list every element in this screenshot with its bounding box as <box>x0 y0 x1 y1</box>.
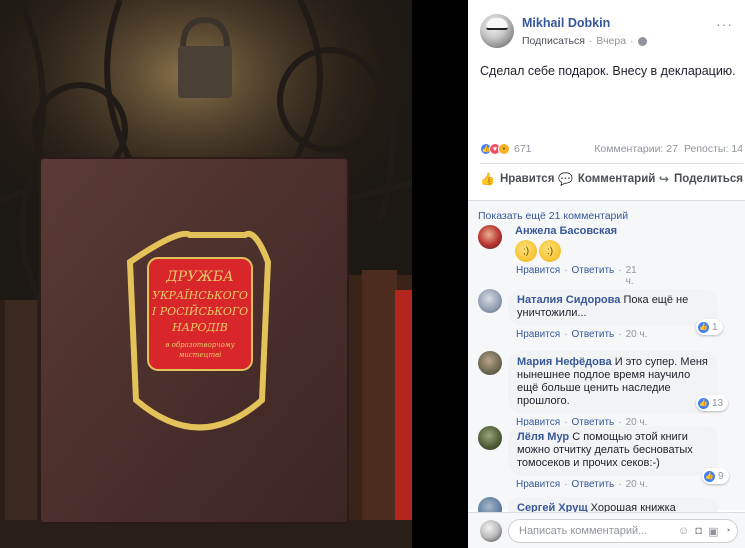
divider <box>480 163 743 164</box>
share-button[interactable]: ↪ Поделиться <box>659 172 743 186</box>
meta-dot: · <box>630 35 634 47</box>
comment-author[interactable]: Лёля Мур <box>517 431 569 443</box>
cover-title-line-4: НАРОДІВ <box>171 321 228 334</box>
comment-emojis: ;) :) <box>515 240 637 262</box>
smile-emoji-icon: :) <box>539 240 561 262</box>
comment-time[interactable]: 20 ч. <box>626 479 648 490</box>
like-button-label: Нравится <box>499 173 555 185</box>
post-actions: 👍 Нравится 💬 Комментарий ↪ Поделиться <box>480 172 743 186</box>
author-avatar[interactable] <box>480 14 514 48</box>
post-sidebar: Mikhail Dobkin Подписаться · Вчера · ···… <box>468 0 745 548</box>
comment-like-link[interactable]: Нравится <box>516 329 560 340</box>
comment-likes-badge[interactable]: 👍 9 <box>702 468 729 484</box>
camera-icon[interactable]: ◘ <box>695 525 702 538</box>
comment-time[interactable]: 21 ч. <box>626 265 637 287</box>
comment-author[interactable]: Мария Нефёдова <box>517 356 612 368</box>
cover-subtitle-line-2: мистецтві <box>179 351 222 359</box>
wow-reaction-icon: • <box>498 143 510 155</box>
post-text: Сделал себе подарок. Внесу в декларацию. <box>480 64 736 78</box>
author-name[interactable]: Mikhail Dobkin <box>522 16 647 30</box>
cover-title-line-3: І РОСІЙСЬКОГО <box>151 304 248 318</box>
comment-composer: Написать комментарий... ☺ ◘ ▣ ◔ <box>468 512 745 548</box>
comment-input[interactable]: Написать комментарий... ☺ ◘ ▣ ◔ <box>508 519 738 543</box>
comment-bubble: Наталия Сидорова Пока ещё не уничтожили.… <box>508 289 718 326</box>
comment-likes-badge[interactable]: 👍 13 <box>696 395 729 411</box>
reactions-icons[interactable]: 👍 ♥ • <box>480 143 510 155</box>
comment-icon: 💬 <box>557 172 573 186</box>
sticker-icon[interactable]: ◔ <box>724 525 731 538</box>
post-photo[interactable]: ДРУЖБА УКРАЇНСЬКОГО І РОСІЙСЬКОГО НАРОДІ… <box>0 0 468 548</box>
comment-input-placeholder: Написать комментарий... <box>519 525 648 537</box>
avatar[interactable] <box>478 225 502 249</box>
avatar[interactable] <box>478 289 502 313</box>
globe-icon <box>637 36 647 46</box>
comment-reply-link[interactable]: Ответить <box>571 265 614 287</box>
emoji-icon[interactable]: ☺ <box>678 525 689 538</box>
comment-reply-link[interactable]: Ответить <box>571 479 614 490</box>
cover-title-line-1: ДРУЖБА <box>165 269 234 285</box>
comment-likes-count: 13 <box>712 397 724 409</box>
comment-likes-badge[interactable]: 👍 1 <box>696 319 723 335</box>
comments-count[interactable]: Комментарии: 27 <box>594 143 678 155</box>
like-reaction-icon: 👍 <box>704 470 715 482</box>
photo-scene: ДРУЖБА УКРАЇНСЬКОГО І РОСІЙСЬКОГО НАРОДІ… <box>0 0 468 548</box>
comment-reply-link[interactable]: Ответить <box>571 329 614 340</box>
share-button-label: Поделиться <box>673 173 743 185</box>
comment-author[interactable]: Анжела Басовская <box>515 225 617 237</box>
like-reaction-icon: 👍 <box>698 321 709 333</box>
comment-like-link[interactable]: Нравится <box>516 265 560 287</box>
follow-button[interactable]: Подписаться <box>522 35 585 47</box>
post-header: Mikhail Dobkin Подписаться · Вчера · <box>480 14 647 48</box>
avatar[interactable] <box>478 426 502 450</box>
current-user-avatar <box>480 520 502 542</box>
comment-time[interactable]: 20 ч. <box>626 329 648 340</box>
share-icon: ↪ <box>658 172 669 186</box>
like-button[interactable]: 👍 Нравится <box>480 172 554 186</box>
comment-bubble: Мария Нефёдова И это супер. Меня нынешне… <box>508 351 718 414</box>
avatar[interactable] <box>478 351 502 375</box>
comment-likes-count: 9 <box>718 470 724 482</box>
comment-button-label: Комментарий <box>577 173 656 185</box>
gif-icon[interactable]: ▣ <box>708 525 718 538</box>
more-options-icon[interactable]: ··· <box>716 16 733 32</box>
shares-count[interactable]: Репосты: 14 <box>684 143 743 155</box>
show-more-comments-link[interactable]: Показать ещё 21 комментарий <box>478 210 628 222</box>
thumbs-up-icon: 👍 <box>480 172 495 186</box>
comment-like-link[interactable]: Нравится <box>516 479 560 490</box>
comment-bubble: Лёля Мур С помощью этой книги можно отчи… <box>508 426 718 476</box>
comments-section: Показать ещё 21 комментарий Анжела Басов… <box>468 200 745 521</box>
post-stats: 👍 ♥ • 671 Комментарии: 27 Репосты: 14 <box>480 143 743 155</box>
comment-author[interactable]: Наталия Сидорова <box>517 294 620 306</box>
post-time[interactable]: Вчера <box>596 35 626 47</box>
cover-subtitle-line-1: в образотворчому <box>165 341 235 349</box>
cover-title-line-2: УКРАЇНСЬКОГО <box>152 288 248 302</box>
album-book: ДРУЖБА УКРАЇНСЬКОГО І РОСІЙСЬКОГО НАРОДІ… <box>39 157 349 524</box>
comment-likes-count: 1 <box>712 321 718 333</box>
reaction-count[interactable]: 671 <box>514 143 532 155</box>
like-reaction-icon: 👍 <box>698 397 709 409</box>
meta-dot: · <box>588 35 593 47</box>
wink-emoji-icon: ;) <box>515 240 537 262</box>
comment-button[interactable]: 💬 Комментарий <box>558 172 655 186</box>
